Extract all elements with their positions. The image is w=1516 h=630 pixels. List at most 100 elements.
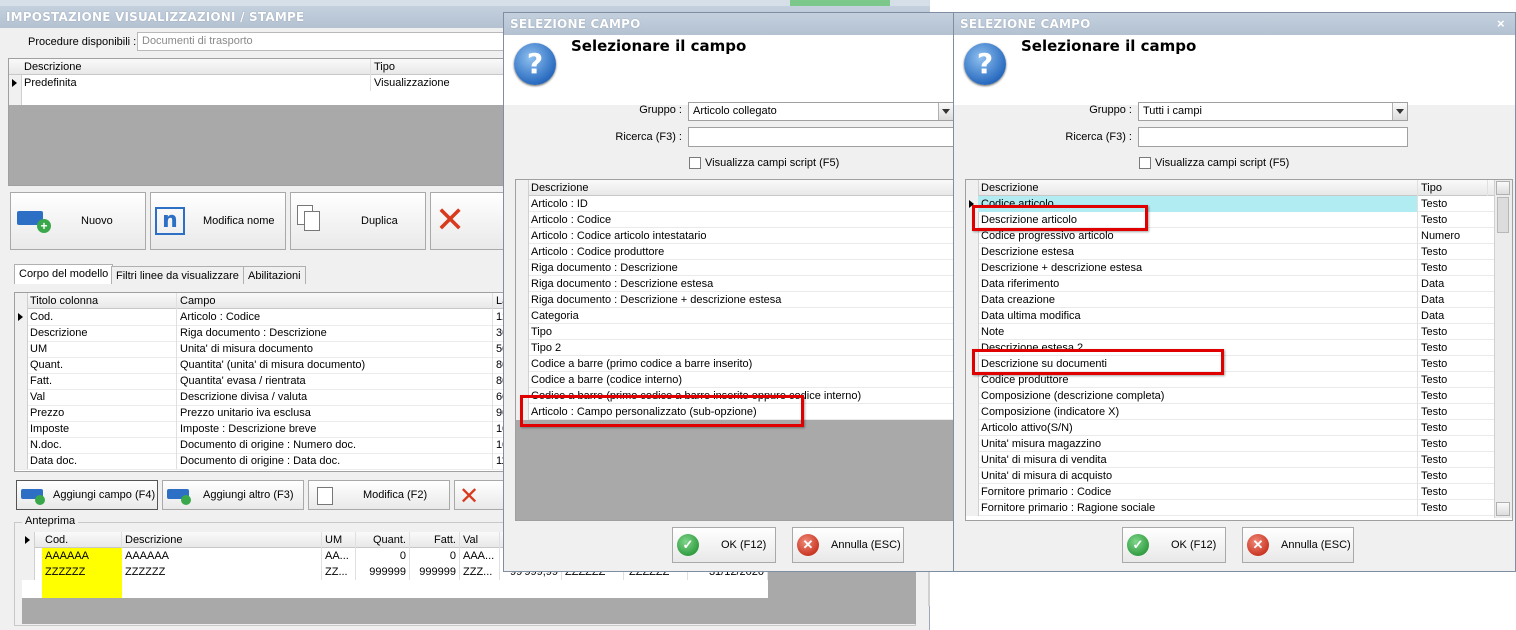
chevron-down-icon[interactable] bbox=[938, 103, 953, 120]
table-row[interactable]: Data doc. Documento di origine : Data doc… bbox=[15, 453, 513, 470]
list-item[interactable]: Descrizione + descrizione estesa Testo bbox=[966, 260, 1494, 276]
nuovo-label: Nuovo bbox=[81, 215, 113, 227]
check-icon: ✓ bbox=[677, 534, 699, 556]
list-item[interactable]: Unita' di misura di vendita Testo bbox=[966, 452, 1494, 468]
col-cell-campo: Unita' di misura documento bbox=[177, 341, 493, 357]
tab-filtri-linee[interactable]: Filtri linee da visualizzare bbox=[111, 266, 244, 284]
list-item-label: Categoria bbox=[531, 310, 579, 322]
list-item[interactable]: Articolo : Codice articolo intestatario bbox=[516, 228, 956, 244]
list-item[interactable]: Data riferimento Data bbox=[966, 276, 1494, 292]
col-cell-campo: Documento di origine : Numero doc. bbox=[177, 437, 493, 453]
dialog2-gruppo-select[interactable]: Tutti i campi bbox=[1138, 102, 1408, 121]
list-item-tipo: Testo bbox=[1421, 486, 1448, 498]
col-cell-titolo: Val bbox=[27, 389, 177, 405]
views-cell-tipo: Visualizzazione bbox=[371, 75, 507, 91]
tab-corpo-modello[interactable]: Corpo del modello bbox=[14, 264, 114, 284]
list-item[interactable]: Tipo 2 bbox=[516, 340, 956, 356]
close-icon[interactable]: × bbox=[1497, 16, 1505, 31]
dialog1-gruppo-select[interactable]: Articolo collegato bbox=[688, 102, 954, 121]
dialog2-header-descrizione: Descrizione bbox=[978, 180, 1418, 196]
dialog1-ok-button[interactable]: ✓ OK (F12) bbox=[672, 527, 776, 563]
dialog2-ok-button[interactable]: ✓ OK (F12) bbox=[1122, 527, 1226, 563]
list-item[interactable]: Categoria bbox=[516, 308, 956, 324]
table-row[interactable]: Fatt.Quantita' evasa / rientrata80 bbox=[15, 373, 513, 390]
col-cell-campo: Imposte : Descrizione breve bbox=[177, 421, 493, 437]
scroll-thumb[interactable] bbox=[1497, 197, 1509, 233]
list-item[interactable]: Composizione (descrizione completa) Testo bbox=[966, 388, 1494, 404]
question-icon: ? bbox=[514, 43, 556, 85]
list-item[interactable]: Fornitore primario : Ragione sociale Test… bbox=[966, 500, 1494, 516]
dialog1-cancel-button[interactable]: ✕ Annulla (ESC) bbox=[792, 527, 904, 563]
views-cell-descrizione: Predefinita bbox=[21, 75, 371, 91]
list-item[interactable]: Riga documento : Descrizione + descrizio… bbox=[516, 292, 956, 308]
list-item-label: Riga documento : Descrizione + descrizio… bbox=[531, 294, 782, 306]
preview-cell-descrizione: AAAAAA bbox=[122, 548, 322, 564]
table-row[interactable]: N.doc. Documento di origine : Numero doc.… bbox=[15, 437, 513, 454]
col-cell-titolo: UM bbox=[27, 341, 177, 357]
dialog2-cancel-label: Annulla (ESC) bbox=[1281, 539, 1351, 551]
list-item[interactable]: Codice a barre (codice interno) bbox=[516, 372, 956, 388]
scroll-down-icon[interactable] bbox=[1496, 502, 1510, 516]
aggiungi-altro-button[interactable]: Aggiungi altro (F3) bbox=[162, 480, 304, 510]
list-item-tipo: Testo bbox=[1421, 262, 1448, 274]
delete-button[interactable]: ✕ bbox=[430, 192, 508, 250]
col-cell-campo: Quantita' (unita' di misura documento) bbox=[177, 357, 493, 373]
tab-abilitazioni[interactable]: Abilitazioni bbox=[243, 266, 306, 284]
dialog1-ricerca-input[interactable] bbox=[688, 127, 954, 147]
nuovo-button[interactable]: + Nuovo bbox=[10, 192, 146, 250]
list-item[interactable]: Articolo : Codice produttore bbox=[516, 244, 956, 260]
list-item-tipo: Testo bbox=[1421, 358, 1448, 370]
scroll-up-icon[interactable] bbox=[1496, 181, 1510, 195]
table-row[interactable]: ValDescrizione divisa / valuta60 bbox=[15, 389, 513, 406]
col-cell-campo: Riga documento : Descrizione bbox=[177, 325, 493, 341]
list-item[interactable]: Note Testo bbox=[966, 324, 1494, 340]
tabs: Corpo del modello Filtri linee da visual… bbox=[14, 264, 514, 286]
list-item[interactable]: Fornitore primario : Codice Testo bbox=[966, 484, 1494, 500]
list-item[interactable]: Data ultima modifica Data bbox=[966, 308, 1494, 324]
table-row[interactable]: ImposteImposte : Descrizione breve100 bbox=[15, 421, 513, 438]
procedure-field[interactable]: Documenti di trasporto bbox=[137, 32, 507, 51]
aggiungi-campo-button[interactable]: Aggiungi campo (F4) bbox=[16, 480, 158, 510]
views-row[interactable]: Predefinita Visualizzazione bbox=[9, 75, 507, 91]
dialog2-ricerca-input[interactable] bbox=[1138, 127, 1408, 147]
modifica-nome-button[interactable]: n Modifica nome bbox=[150, 192, 286, 250]
list-item[interactable]: Articolo attivo(S/N) Testo bbox=[966, 420, 1494, 436]
list-item[interactable]: Unita' di misura di acquisto Testo bbox=[966, 468, 1494, 484]
list-item[interactable]: Composizione (indicatore X) Testo bbox=[966, 404, 1494, 420]
remove-button[interactable]: ✕ bbox=[454, 480, 510, 510]
list-item[interactable]: Unita' misura magazzino Testo bbox=[966, 436, 1494, 452]
preview-cell-quant: 0 bbox=[356, 548, 410, 564]
list-item-label: Codice a barre (codice interno) bbox=[531, 374, 683, 386]
list-item[interactable]: Data creazione Data bbox=[966, 292, 1494, 308]
list-item-descrizione: Articolo attivo(S/N) bbox=[978, 420, 1418, 436]
list-item-tipo: Testo bbox=[1421, 502, 1448, 514]
preview-cell-fatt: 0 bbox=[410, 548, 460, 564]
table-row[interactable]: UMUnita' di misura documento50 bbox=[15, 341, 513, 358]
duplica-button[interactable]: Duplica bbox=[290, 192, 426, 250]
list-item-tipo: Testo bbox=[1421, 390, 1448, 402]
list-item[interactable]: Articolo : Codice bbox=[516, 212, 956, 228]
list-item[interactable]: Codice a barre (primo codice a barre ins… bbox=[516, 356, 956, 372]
preview-header-descrizione: Descrizione bbox=[122, 532, 322, 548]
modifica-button[interactable]: Modifica (F2) bbox=[308, 480, 450, 510]
list-item[interactable]: Articolo : ID bbox=[516, 196, 956, 212]
list-item-tipo: Testo bbox=[1421, 422, 1448, 434]
table-row[interactable]: DescrizioneRiga documento : Descrizione3… bbox=[15, 325, 513, 342]
preview-header-quant: Quant. bbox=[356, 532, 410, 548]
col-cell-titolo: Data doc. bbox=[27, 453, 177, 469]
chevron-down-icon[interactable] bbox=[1392, 103, 1407, 120]
list-item[interactable]: Riga documento : Descrizione estesa bbox=[516, 276, 956, 292]
list-item[interactable]: Tipo bbox=[516, 324, 956, 340]
columns-grid: Titolo colonna Campo Larg Cod.Articolo :… bbox=[14, 292, 513, 472]
dialog2-ok-label: OK (F12) bbox=[1171, 539, 1217, 551]
table-row[interactable]: Quant. Quantita' (unita' di misura docume… bbox=[15, 357, 513, 374]
table-row[interactable]: Cod.Articolo : Codice120 bbox=[15, 309, 513, 326]
list-item[interactable]: Riga documento : Descrizione bbox=[516, 260, 956, 276]
dialog2-scrollbar[interactable] bbox=[1494, 180, 1512, 518]
table-row[interactable]: PrezzoPrezzo unitario iva esclusa90 bbox=[15, 405, 513, 422]
dialog2-cancel-button[interactable]: ✕ Annulla (ESC) bbox=[1242, 527, 1354, 563]
list-item-tipo: Testo bbox=[1421, 342, 1448, 354]
list-item[interactable]: Descrizione estesa Testo bbox=[966, 244, 1494, 260]
dialog2-script-checkbox[interactable] bbox=[1139, 157, 1151, 169]
dialog1-script-checkbox[interactable] bbox=[689, 157, 701, 169]
